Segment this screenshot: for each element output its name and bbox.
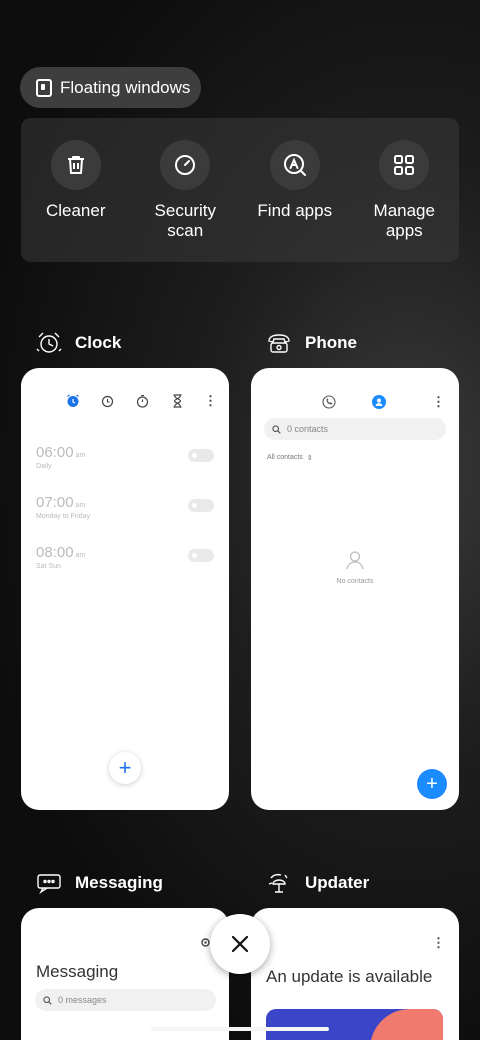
- find-apps-icon: [269, 140, 320, 190]
- timer-tab-icon[interactable]: [172, 394, 183, 408]
- alarm-ampm: am: [75, 502, 86, 509]
- trash-icon: [50, 140, 101, 190]
- contacts-filter-label: All contacts: [267, 454, 303, 461]
- updater-app-name: Updater: [305, 873, 370, 892]
- clock-app-name: Clock: [75, 333, 122, 352]
- manage-apps-label: Manage apps: [373, 201, 435, 240]
- banner-shape: [370, 1009, 443, 1040]
- alarm-repeat: Daily: [36, 463, 52, 470]
- clock-app-icon: [36, 332, 62, 353]
- alarm-ampm: am: [75, 552, 86, 559]
- clock-tab-bar: ⋮: [21, 394, 229, 410]
- empty-contact-icon: [346, 551, 364, 570]
- updater-app-card[interactable]: ⋮ An update is available: [251, 908, 459, 1040]
- sort-arrows-icon: ⇕: [306, 455, 313, 462]
- phone-more-icon[interactable]: ⋮: [432, 395, 445, 409]
- update-banner: [266, 1009, 443, 1040]
- no-contacts-text: No contacts: [336, 578, 374, 585]
- add-contact-button[interactable]: +: [417, 769, 447, 799]
- calls-tab-icon[interactable]: [322, 395, 336, 409]
- cleaner-button[interactable]: Cleaner: [21, 118, 131, 262]
- alarm-toggle[interactable]: [188, 499, 214, 512]
- alarm-row[interactable]: 08:00 am Sat Sun: [36, 544, 214, 570]
- alarm-time: 06:00: [36, 444, 74, 461]
- alarm-toggle[interactable]: [188, 449, 214, 462]
- alarm-repeat: Sat Sun: [36, 563, 61, 570]
- clock-app-header: Clock: [35, 331, 121, 355]
- security-scan-icon: [160, 140, 211, 190]
- phone-app-card[interactable]: ⋮ 0 contacts All contacts ⇕ No contacts …: [251, 368, 459, 810]
- alarm-ampm: am: [75, 452, 86, 459]
- messaging-app-name: Messaging: [75, 873, 163, 892]
- find-apps-button[interactable]: Find apps: [240, 118, 350, 262]
- alarm-tab-icon[interactable]: [66, 394, 80, 408]
- cleaner-label: Cleaner: [45, 201, 106, 220]
- alarm-time: 07:00: [36, 494, 74, 511]
- messaging-app-card[interactable]: Messaging 0 messages: [21, 908, 229, 1040]
- floating-windows-label: Floating windows: [60, 77, 191, 97]
- floating-window-icon: [36, 78, 52, 97]
- add-alarm-button[interactable]: +: [109, 752, 141, 784]
- plus-icon: +: [118, 755, 132, 780]
- messaging-app-icon: [37, 874, 61, 894]
- alarm-repeat: Monday to Friday: [36, 513, 91, 520]
- messaging-title: Messaging: [36, 962, 119, 981]
- close-all-button[interactable]: [210, 914, 270, 974]
- floating-windows-button[interactable]: Floating windows: [20, 67, 201, 108]
- contacts-search-input[interactable]: 0 contacts: [264, 418, 446, 440]
- manage-apps-button[interactable]: Manage apps: [350, 118, 460, 262]
- contacts-filter-dropdown[interactable]: All contacts ⇕: [267, 454, 313, 462]
- update-available-title: An update is available: [266, 967, 433, 986]
- clock-app-card[interactable]: ⋮ 06:00 am Daily 07:00 am Monday to Friday…: [21, 368, 229, 810]
- security-scan-button[interactable]: Security scan: [131, 118, 241, 262]
- phone-app-header: Phone: [265, 331, 357, 355]
- find-apps-label: Find apps: [257, 201, 333, 220]
- home-indicator[interactable]: [151, 1027, 329, 1031]
- world-clock-tab-icon[interactable]: [101, 395, 114, 408]
- phone-app-icon: [268, 334, 290, 353]
- stopwatch-tab-icon[interactable]: [136, 394, 149, 408]
- plus-icon: +: [426, 772, 438, 795]
- messages-search-placeholder: 0 messages: [58, 995, 107, 1005]
- quick-tools-panel: Cleaner Security scan Find apps Manage a…: [21, 118, 459, 262]
- alarm-toggle[interactable]: [188, 549, 214, 562]
- alarm-time: 08:00: [36, 544, 74, 561]
- updater-app-icon: [268, 873, 288, 893]
- grid-icon: [379, 140, 430, 190]
- updater-more-icon[interactable]: ⋮: [432, 936, 445, 950]
- security-scan-label: Security scan: [154, 201, 216, 240]
- close-icon: [231, 935, 249, 953]
- alarm-row[interactable]: 07:00 am Monday to Friday: [36, 494, 214, 520]
- alarm-row[interactable]: 06:00 am Daily: [36, 444, 214, 470]
- contacts-search-placeholder: 0 contacts: [287, 424, 329, 434]
- messaging-app-header: Messaging: [35, 872, 163, 894]
- messages-search-input[interactable]: 0 messages: [35, 989, 216, 1011]
- clock-more-icon[interactable]: ⋮: [204, 394, 217, 408]
- phone-app-name: Phone: [305, 333, 357, 352]
- search-icon: [272, 424, 281, 434]
- contacts-tab-icon[interactable]: [372, 395, 386, 409]
- search-icon: [43, 995, 52, 1005]
- updater-app-header: Updater: [265, 872, 369, 894]
